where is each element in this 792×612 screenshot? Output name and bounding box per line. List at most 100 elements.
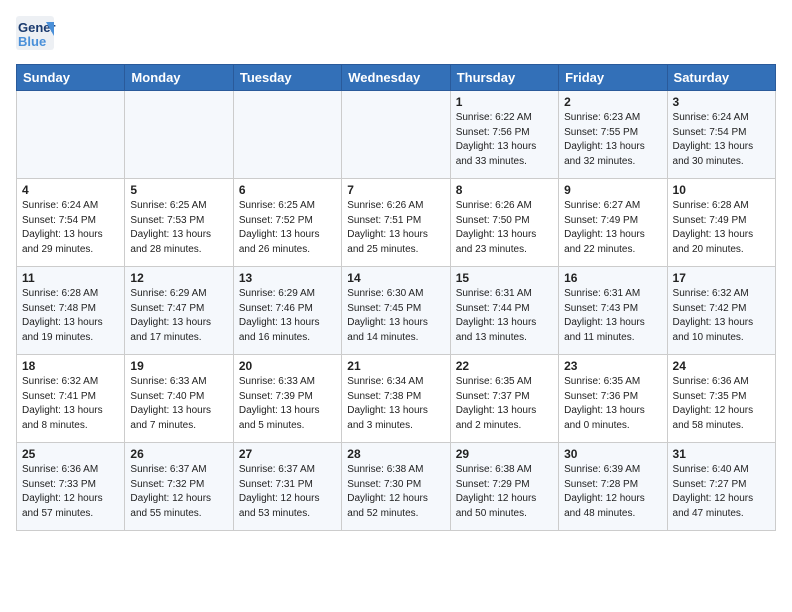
day-info: Sunrise: 6:36 AM Sunset: 7:33 PM Dayligh… (22, 463, 119, 521)
calendar-cell (125, 91, 233, 179)
calendar-cell: 19 Sunrise: 6:33 AM Sunset: 7:40 PM Dayli… (125, 355, 233, 443)
calendar-cell: 16 Sunrise: 6:31 AM Sunset: 7:43 PM Dayli… (559, 267, 667, 355)
day-number: 24 (673, 359, 770, 373)
calendar-cell: 9Sunrise: 6:27 AM Sunset: 7:49 PM Daylig… (559, 179, 667, 267)
calendar-cell: 7 Sunrise: 6:26 AM Sunset: 7:51 PM Daylig… (342, 179, 450, 267)
day-number: 10 (673, 183, 770, 197)
day-info: Sunrise: 6:29 AM Sunset: 7:46 PM Dayligh… (239, 287, 336, 345)
calendar-cell: 30 Sunrise: 6:39 AM Sunset: 7:28 PM Dayli… (559, 443, 667, 531)
calendar-cell: 24 Sunrise: 6:36 AM Sunset: 7:35 PM Dayli… (667, 355, 775, 443)
day-number: 29 (456, 447, 553, 461)
day-info: Sunrise: 6:31 AM Sunset: 7:44 PM Dayligh… (456, 287, 553, 345)
day-number: 18 (22, 359, 119, 373)
day-info: Sunrise: 6:29 AM Sunset: 7:47 PM Dayligh… (130, 287, 227, 345)
logo: General Blue (16, 16, 60, 52)
day-info: Sunrise: 6:25 AM Sunset: 7:52 PM Dayligh… (239, 199, 336, 257)
calendar-cell: 31Sunrise: 6:40 AM Sunset: 7:27 PM Dayli… (667, 443, 775, 531)
page-header: General Blue (16, 16, 776, 52)
header-sunday: Sunday (17, 65, 125, 91)
day-info: Sunrise: 6:25 AM Sunset: 7:53 PM Dayligh… (130, 199, 227, 257)
calendar-cell: 10Sunrise: 6:28 AM Sunset: 7:49 PM Dayli… (667, 179, 775, 267)
day-info: Sunrise: 6:37 AM Sunset: 7:31 PM Dayligh… (239, 463, 336, 521)
header-friday: Friday (559, 65, 667, 91)
calendar-cell (17, 91, 125, 179)
day-number: 27 (239, 447, 336, 461)
day-info: Sunrise: 6:37 AM Sunset: 7:32 PM Dayligh… (130, 463, 227, 521)
calendar-cell: 12Sunrise: 6:29 AM Sunset: 7:47 PM Dayli… (125, 267, 233, 355)
header-saturday: Saturday (667, 65, 775, 91)
header-thursday: Thursday (450, 65, 558, 91)
calendar-cell: 18 Sunrise: 6:32 AM Sunset: 7:41 PM Dayli… (17, 355, 125, 443)
day-info: Sunrise: 6:28 AM Sunset: 7:48 PM Dayligh… (22, 287, 119, 345)
day-number: 15 (456, 271, 553, 285)
calendar-cell: 5 Sunrise: 6:25 AM Sunset: 7:53 PM Daylig… (125, 179, 233, 267)
day-number: 2 (564, 95, 661, 109)
day-number: 11 (22, 271, 119, 285)
day-number: 6 (239, 183, 336, 197)
day-number: 21 (347, 359, 444, 373)
calendar-header-row: SundayMondayTuesdayWednesdayThursdayFrid… (17, 65, 776, 91)
calendar-cell: 21 Sunrise: 6:34 AM Sunset: 7:38 PM Dayli… (342, 355, 450, 443)
day-number: 8 (456, 183, 553, 197)
calendar-cell: 14Sunrise: 6:30 AM Sunset: 7:45 PM Dayli… (342, 267, 450, 355)
day-number: 19 (130, 359, 227, 373)
calendar-cell: 29Sunrise: 6:38 AM Sunset: 7:29 PM Dayli… (450, 443, 558, 531)
calendar-cell: 28 Sunrise: 6:38 AM Sunset: 7:30 PM Dayli… (342, 443, 450, 531)
header-tuesday: Tuesday (233, 65, 341, 91)
day-number: 9 (564, 183, 661, 197)
calendar-cell: 1 Sunrise: 6:22 AM Sunset: 7:56 PM Daylig… (450, 91, 558, 179)
day-info: Sunrise: 6:26 AM Sunset: 7:51 PM Dayligh… (347, 199, 444, 257)
calendar-cell: 27 Sunrise: 6:37 AM Sunset: 7:31 PM Dayli… (233, 443, 341, 531)
day-number: 3 (673, 95, 770, 109)
day-info: Sunrise: 6:23 AM Sunset: 7:55 PM Dayligh… (564, 111, 661, 169)
calendar-cell: 17Sunrise: 6:32 AM Sunset: 7:42 PM Dayli… (667, 267, 775, 355)
day-number: 5 (130, 183, 227, 197)
calendar-cell: 11 Sunrise: 6:28 AM Sunset: 7:48 PM Dayli… (17, 267, 125, 355)
day-info: Sunrise: 6:33 AM Sunset: 7:40 PM Dayligh… (130, 375, 227, 433)
day-number: 13 (239, 271, 336, 285)
calendar-cell (233, 91, 341, 179)
day-number: 23 (564, 359, 661, 373)
header-monday: Monday (125, 65, 233, 91)
day-info: Sunrise: 6:35 AM Sunset: 7:36 PM Dayligh… (564, 375, 661, 433)
day-info: Sunrise: 6:22 AM Sunset: 7:56 PM Dayligh… (456, 111, 553, 169)
calendar-cell: 6 Sunrise: 6:25 AM Sunset: 7:52 PM Daylig… (233, 179, 341, 267)
day-info: Sunrise: 6:32 AM Sunset: 7:42 PM Dayligh… (673, 287, 770, 345)
day-number: 30 (564, 447, 661, 461)
day-number: 16 (564, 271, 661, 285)
day-info: Sunrise: 6:34 AM Sunset: 7:38 PM Dayligh… (347, 375, 444, 433)
calendar-cell: 13 Sunrise: 6:29 AM Sunset: 7:46 PM Dayli… (233, 267, 341, 355)
day-info: Sunrise: 6:32 AM Sunset: 7:41 PM Dayligh… (22, 375, 119, 433)
calendar-cell: 26Sunrise: 6:37 AM Sunset: 7:32 PM Dayli… (125, 443, 233, 531)
day-number: 14 (347, 271, 444, 285)
calendar-cell: 15 Sunrise: 6:31 AM Sunset: 7:44 PM Dayli… (450, 267, 558, 355)
calendar-cell: 22Sunrise: 6:35 AM Sunset: 7:37 PM Dayli… (450, 355, 558, 443)
day-number: 20 (239, 359, 336, 373)
calendar-cell: 20Sunrise: 6:33 AM Sunset: 7:39 PM Dayli… (233, 355, 341, 443)
calendar-cell: 2 Sunrise: 6:23 AM Sunset: 7:55 PM Daylig… (559, 91, 667, 179)
calendar-week-1: 1 Sunrise: 6:22 AM Sunset: 7:56 PM Daylig… (17, 91, 776, 179)
day-number: 7 (347, 183, 444, 197)
day-number: 28 (347, 447, 444, 461)
calendar-cell: 3 Sunrise: 6:24 AM Sunset: 7:54 PM Daylig… (667, 91, 775, 179)
calendar-week-4: 18 Sunrise: 6:32 AM Sunset: 7:41 PM Dayli… (17, 355, 776, 443)
logo-icon: General Blue (16, 16, 56, 52)
day-info: Sunrise: 6:31 AM Sunset: 7:43 PM Dayligh… (564, 287, 661, 345)
day-info: Sunrise: 6:38 AM Sunset: 7:30 PM Dayligh… (347, 463, 444, 521)
calendar-cell: 4Sunrise: 6:24 AM Sunset: 7:54 PM Daylig… (17, 179, 125, 267)
header-wednesday: Wednesday (342, 65, 450, 91)
day-info: Sunrise: 6:36 AM Sunset: 7:35 PM Dayligh… (673, 375, 770, 433)
calendar-cell (342, 91, 450, 179)
day-number: 22 (456, 359, 553, 373)
day-number: 25 (22, 447, 119, 461)
calendar-cell: 25 Sunrise: 6:36 AM Sunset: 7:33 PM Dayli… (17, 443, 125, 531)
calendar-table: SundayMondayTuesdayWednesdayThursdayFrid… (16, 64, 776, 531)
calendar-week-2: 4Sunrise: 6:24 AM Sunset: 7:54 PM Daylig… (17, 179, 776, 267)
svg-text:Blue: Blue (18, 34, 46, 49)
day-number: 4 (22, 183, 119, 197)
day-number: 1 (456, 95, 553, 109)
day-info: Sunrise: 6:39 AM Sunset: 7:28 PM Dayligh… (564, 463, 661, 521)
calendar-cell: 23 Sunrise: 6:35 AM Sunset: 7:36 PM Dayli… (559, 355, 667, 443)
day-info: Sunrise: 6:24 AM Sunset: 7:54 PM Dayligh… (673, 111, 770, 169)
day-info: Sunrise: 6:40 AM Sunset: 7:27 PM Dayligh… (673, 463, 770, 521)
